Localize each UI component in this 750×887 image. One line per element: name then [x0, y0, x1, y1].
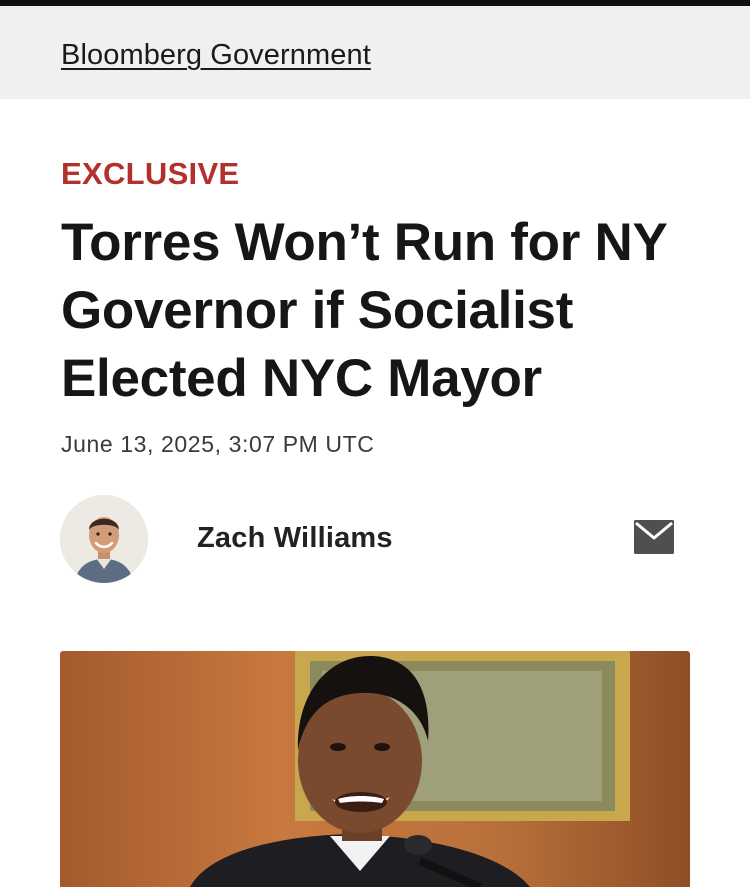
hero-photo [60, 651, 690, 887]
article-headline: Torres Won’t Run for NY Governor if Soci… [61, 213, 667, 408]
brand-link[interactable]: Bloomberg Government [61, 39, 371, 72]
mail-icon[interactable] [634, 520, 674, 554]
author-name[interactable]: Zach Williams [197, 522, 393, 555]
article-timestamp: June 13, 2025, 3:07 PM UTC [61, 431, 375, 457]
byline: Zach Williams [60, 495, 690, 585]
article-kicker: EXCLUSIVE [61, 156, 240, 191]
site-header: Bloomberg Government [0, 6, 750, 99]
hero-image [60, 651, 690, 887]
author-avatar[interactable] [60, 495, 148, 583]
author-photo [60, 495, 148, 583]
